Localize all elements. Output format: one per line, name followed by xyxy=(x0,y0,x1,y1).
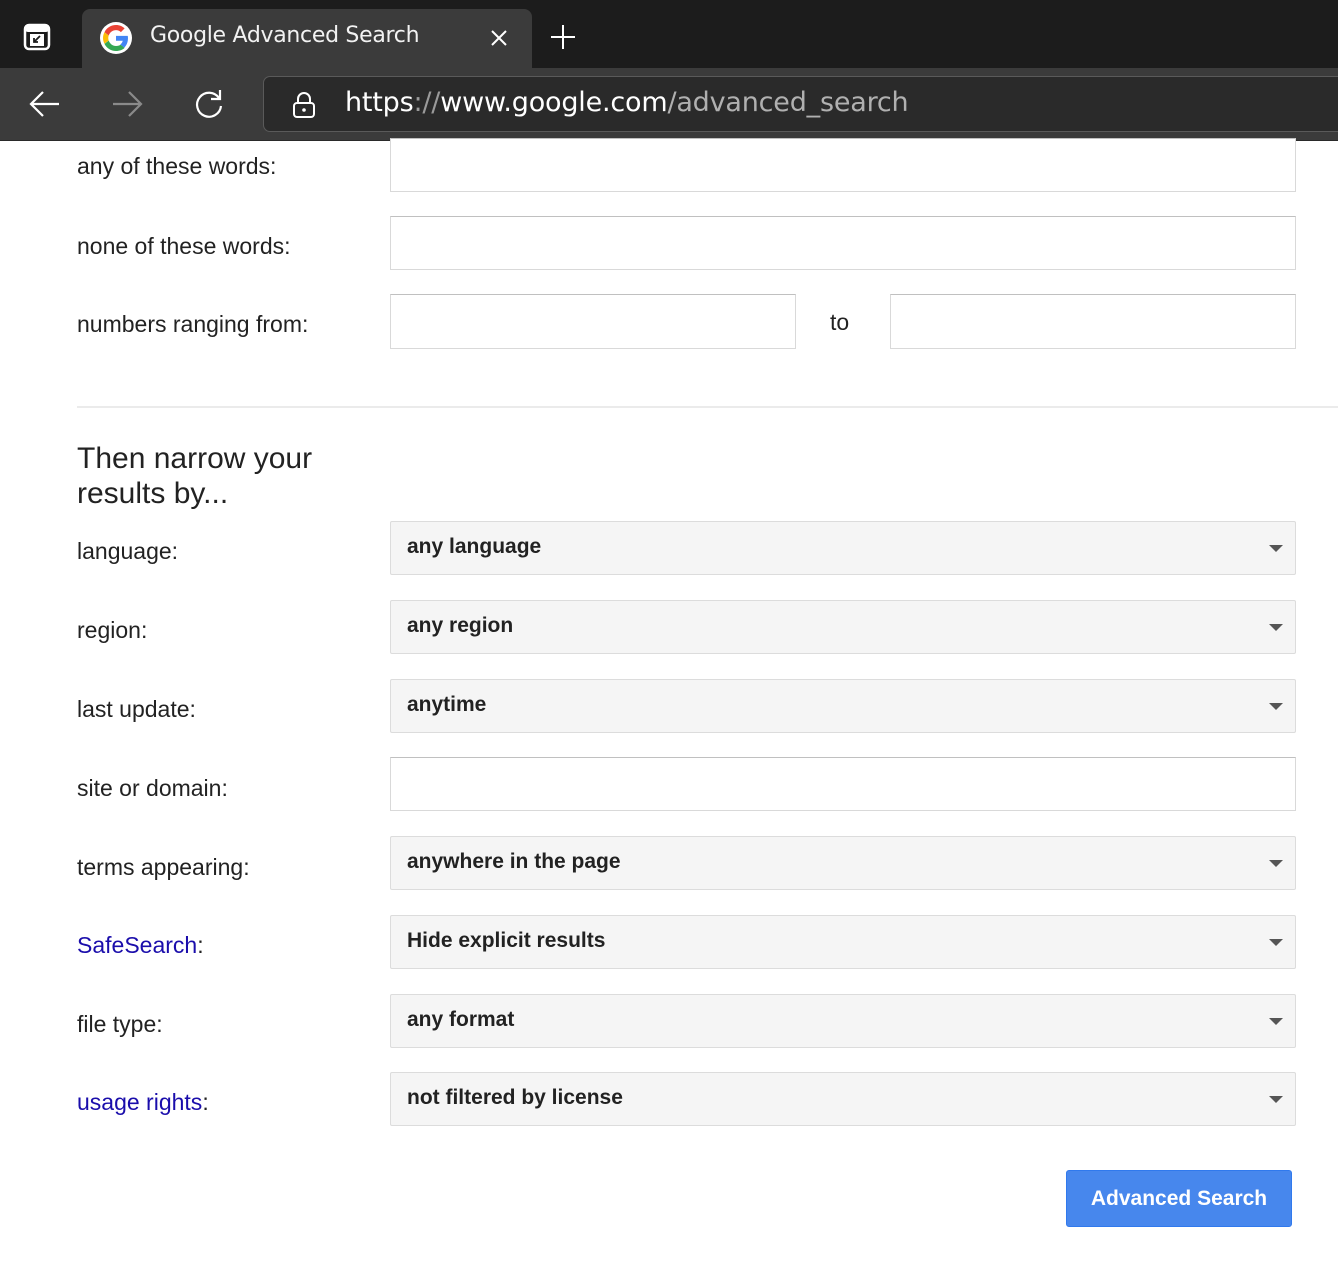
last-update-label: last update: xyxy=(77,696,196,723)
region-label-text: region xyxy=(77,617,141,643)
chevron-down-icon xyxy=(1269,1018,1283,1025)
none-words-input[interactable] xyxy=(390,216,1296,270)
google-logo-icon xyxy=(100,22,132,54)
label-colon: : xyxy=(156,1011,163,1037)
label-colon: : xyxy=(189,696,196,722)
region-label: region: xyxy=(77,617,147,644)
last-update-label-text: last update xyxy=(77,696,190,722)
terms-appearing-select-value: anywhere in the page xyxy=(407,850,621,873)
label-colon: : xyxy=(202,1089,209,1115)
url-separator: :// xyxy=(413,87,441,118)
browser-tabstrip: Google Advanced Search xyxy=(0,0,1338,68)
usage-rights-select-value: not filtered by license xyxy=(407,1086,623,1109)
url-text: https://www.google.com/advanced_search xyxy=(345,87,909,118)
narrow-section-title: Then narrow your results by... xyxy=(77,442,313,510)
chevron-down-icon xyxy=(1269,939,1283,946)
chevron-down-icon xyxy=(1269,703,1283,710)
number-to-input[interactable] xyxy=(890,294,1296,349)
terms-appearing-label: terms appearing: xyxy=(77,854,250,881)
arrow-left-icon[interactable] xyxy=(27,86,63,122)
usage-rights-link[interactable]: usage rights xyxy=(77,1089,202,1115)
url-scheme: https xyxy=(345,87,414,118)
safesearch-select-value: Hide explicit results xyxy=(407,929,606,952)
file-type-select-value: any format xyxy=(407,1008,515,1031)
arrow-right-icon[interactable] xyxy=(109,86,145,122)
lock-icon[interactable] xyxy=(290,91,318,119)
safesearch-select[interactable]: Hide explicit results xyxy=(390,915,1296,969)
file-type-select[interactable]: any format xyxy=(390,994,1296,1048)
chevron-down-icon xyxy=(1269,1096,1283,1103)
url-path: /advanced_search xyxy=(667,87,909,118)
none-words-label: none of these words: xyxy=(77,233,291,259)
sidebar-panel-icon[interactable] xyxy=(22,22,52,52)
number-range-label: numbers ranging from: xyxy=(77,311,309,337)
safesearch-label: SafeSearch: xyxy=(77,932,204,959)
chevron-down-icon xyxy=(1269,624,1283,631)
chevron-down-icon xyxy=(1269,860,1283,867)
usage-rights-select[interactable]: not filtered by license xyxy=(390,1072,1296,1126)
number-from-input[interactable] xyxy=(390,294,796,349)
region-select-value: any region xyxy=(407,614,514,637)
browser-tab-active[interactable]: Google Advanced Search xyxy=(82,9,532,68)
url-host: www.google.com xyxy=(440,87,668,118)
address-bar[interactable]: https://www.google.com/advanced_search xyxy=(263,76,1338,132)
label-colon: : xyxy=(221,775,228,801)
advanced-search-form: any of these words: none of these words:… xyxy=(0,138,1338,1266)
any-words-label: any of these words: xyxy=(77,153,277,179)
number-to-label: to xyxy=(830,309,850,335)
language-label: language: xyxy=(77,538,178,565)
file-type-label-text: file type xyxy=(77,1011,157,1037)
close-icon[interactable] xyxy=(486,25,512,51)
label-colon: : xyxy=(140,617,148,643)
browser-toolbar: https://www.google.com/advanced_search xyxy=(0,68,1338,141)
site-domain-label: site or domain: xyxy=(77,775,228,802)
plus-icon[interactable] xyxy=(548,22,578,52)
terms-appearing-label-text: terms appearing xyxy=(77,854,244,880)
last-update-select[interactable]: anytime xyxy=(390,679,1296,733)
section-divider xyxy=(77,406,1338,408)
label-colon: : xyxy=(197,932,204,958)
language-select-value: any language xyxy=(407,535,542,558)
region-select[interactable]: any region xyxy=(390,600,1296,654)
advanced-search-button[interactable]: Advanced Search xyxy=(1066,1170,1292,1227)
language-label-text: language xyxy=(77,538,172,564)
chevron-down-icon xyxy=(1269,545,1283,552)
reload-icon[interactable] xyxy=(191,86,227,122)
tab-title: Google Advanced Search xyxy=(150,23,420,48)
site-domain-label-text: site or domain xyxy=(77,775,222,801)
language-select[interactable]: any language xyxy=(390,521,1296,575)
label-colon: : xyxy=(171,538,179,564)
terms-appearing-select[interactable]: anywhere in the page xyxy=(390,836,1296,890)
file-type-label: file type: xyxy=(77,1011,163,1038)
site-domain-input[interactable] xyxy=(390,757,1296,811)
label-colon: : xyxy=(243,854,250,880)
last-update-select-value: anytime xyxy=(407,693,487,716)
safesearch-link[interactable]: SafeSearch xyxy=(77,932,197,958)
any-words-input[interactable] xyxy=(390,138,1296,192)
usage-rights-label: usage rights: xyxy=(77,1089,209,1116)
